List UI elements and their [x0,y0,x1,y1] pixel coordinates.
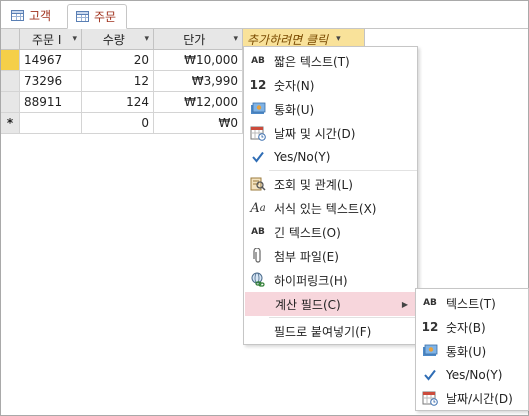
calculated-field-submenu: AB 텍스트(T) 12 숫자(B) 통화(U) Yes/No(Y) 날짜/시간… [415,288,529,411]
currency-icon [249,100,267,118]
datasheet-window: 고객 주문 주문 I ▾ 수량 ▾ 단가 ▾ 추가하려면 클릭 ▾ 14967 … [0,0,529,416]
chevron-down-icon[interactable]: ▾ [144,34,149,44]
cell-quantity[interactable]: 124 [82,92,154,113]
menu-item-date-time[interactable]: 날짜 및 시간(D) [244,121,417,145]
column-header-label: 주문 I [32,32,62,47]
menu-item-rich-text[interactable]: Aa 서식 있는 텍스트(X) [244,196,417,220]
tab-label: 고객 [29,9,52,23]
hyperlink-icon [249,271,267,289]
cell-unit-price[interactable]: ₩12,000 [154,92,243,113]
number-icon: 12 [249,78,267,92]
menu-item-currency[interactable]: 통화(U) [244,97,417,121]
tab-customers[interactable]: 고객 [3,4,65,27]
menu-item-yes-no[interactable]: Yes/No(Y) [244,145,417,169]
menu-separator [269,317,417,318]
menu-item-long-text[interactable]: AB 긴 텍스트(O) [244,220,417,244]
cell-unit-price[interactable]: ₩0 [154,113,243,134]
column-header-order-id[interactable]: 주문 I ▾ [20,29,82,50]
menu-item-attachment[interactable]: 첨부 파일(E) [244,244,417,268]
record-selector[interactable] [1,92,20,113]
record-selector[interactable] [1,71,20,92]
currency-icon [421,342,439,360]
cell-quantity[interactable]: 12 [82,71,154,92]
rich-text-icon: Aa [250,200,266,216]
select-all-corner[interactable] [1,29,20,50]
submenu-item-currency[interactable]: 통화(U) [416,339,528,363]
menu-separator [269,170,417,171]
chevron-right-icon: ▶ [401,299,408,309]
record-selector[interactable] [1,50,20,71]
column-header-label: 추가하려면 클릭 [247,32,329,47]
calendar-icon [249,124,267,142]
cell-order-id[interactable] [20,113,82,134]
cell-unit-price[interactable]: ₩3,990 [154,71,243,92]
lookup-icon [249,175,267,193]
checkbox-icon [421,366,439,384]
number-icon: 12 [421,320,439,334]
paperclip-icon [249,247,267,265]
menu-item-number[interactable]: 12 숫자(N) [244,73,417,97]
new-record-icon[interactable]: * [1,113,20,134]
menu-item-short-text[interactable]: AB 짧은 텍스트(T) [244,49,417,73]
calendar-icon [421,389,439,407]
tab-orders[interactable]: 주문 [67,4,127,29]
submenu-item-yes-no[interactable]: Yes/No(Y) [416,363,528,387]
ab-long-text-icon: AB [251,227,265,237]
cell-order-id[interactable]: 14967 [20,50,82,71]
chevron-down-icon[interactable]: ▾ [336,34,341,44]
menu-item-paste-as-field[interactable]: 필드로 붙여넣기(F) [244,319,417,343]
chevron-down-icon[interactable]: ▾ [72,34,77,44]
add-field-menu: AB 짧은 텍스트(T) 12 숫자(N) 통화(U) 날짜 및 시간(D) Y… [243,46,418,345]
column-header-label: 단가 [183,32,206,47]
submenu-item-number[interactable]: 12 숫자(B) [416,315,528,339]
submenu-item-date-time[interactable]: 날짜/시간(D) [416,386,528,410]
submenu-item-text[interactable]: AB 텍스트(T) [416,291,528,315]
menu-item-calculated-field[interactable]: 계산 필드(C) ▶ [245,292,416,316]
ab-short-text-icon: AB [251,56,265,66]
cell-order-id[interactable]: 73296 [20,71,82,92]
tab-label: 주문 [94,10,117,24]
menu-item-hyperlink[interactable]: 하이퍼링크(H) [244,268,417,292]
cell-quantity[interactable]: 20 [82,50,154,71]
table-icon [76,11,89,22]
cell-unit-price[interactable]: ₩10,000 [154,50,243,71]
object-tab-strip: 고객 주문 [1,1,528,29]
table-icon [11,10,24,21]
cell-quantity[interactable]: 0 [82,113,154,134]
ab-text-icon: AB [423,298,437,308]
cell-order-id[interactable]: 88911 [20,92,82,113]
checkbox-icon [249,148,267,166]
menu-item-lookup[interactable]: 조회 및 관계(L) [244,172,417,196]
column-header-unit-price[interactable]: 단가 ▾ [154,29,243,50]
column-header-label: 수량 [102,32,125,47]
chevron-down-icon[interactable]: ▾ [233,34,238,44]
column-header-quantity[interactable]: 수량 ▾ [82,29,154,50]
